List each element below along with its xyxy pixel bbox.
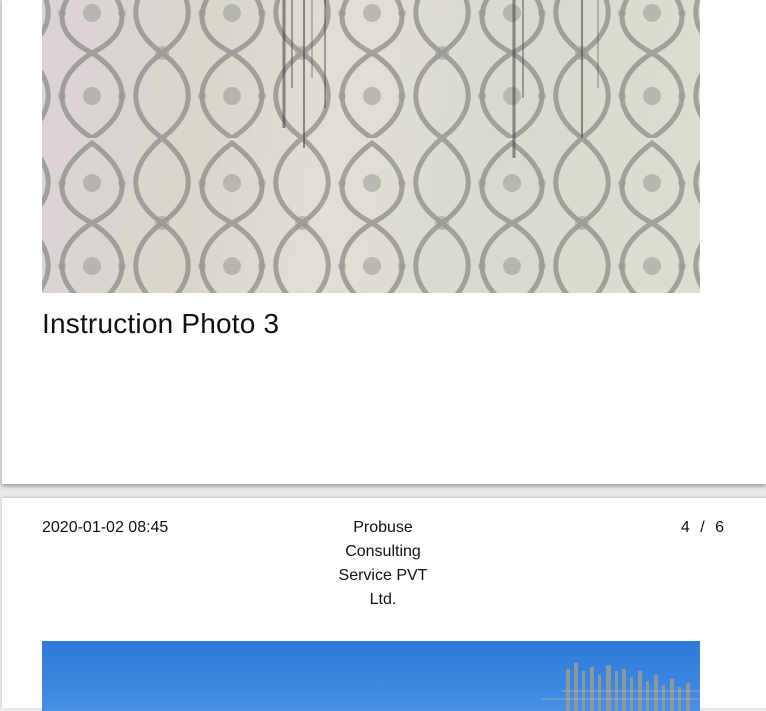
instruction-photo-4-image [42,641,700,711]
instruction-photo-3-image [42,0,700,293]
page-separator: / [700,519,705,536]
total-pages-number: 6 [715,519,724,536]
damask-wallpaper-pattern [42,0,700,293]
building-scaffold-graphic [542,663,700,711]
document-page-3: Instruction Photo 3 [2,0,766,484]
header-date: 2020-01-02 08:45 [42,519,169,536]
header-company-name: Probuse Consulting Service PVT Ltd. [338,519,428,608]
page-counter: 4 / 6 [681,516,724,540]
photo-caption: Instruction Photo 3 [42,308,280,339]
document-page-4: 2020-01-02 08:45 Probuse Consulting Serv… [2,498,766,711]
current-page-number: 4 [680,519,690,536]
